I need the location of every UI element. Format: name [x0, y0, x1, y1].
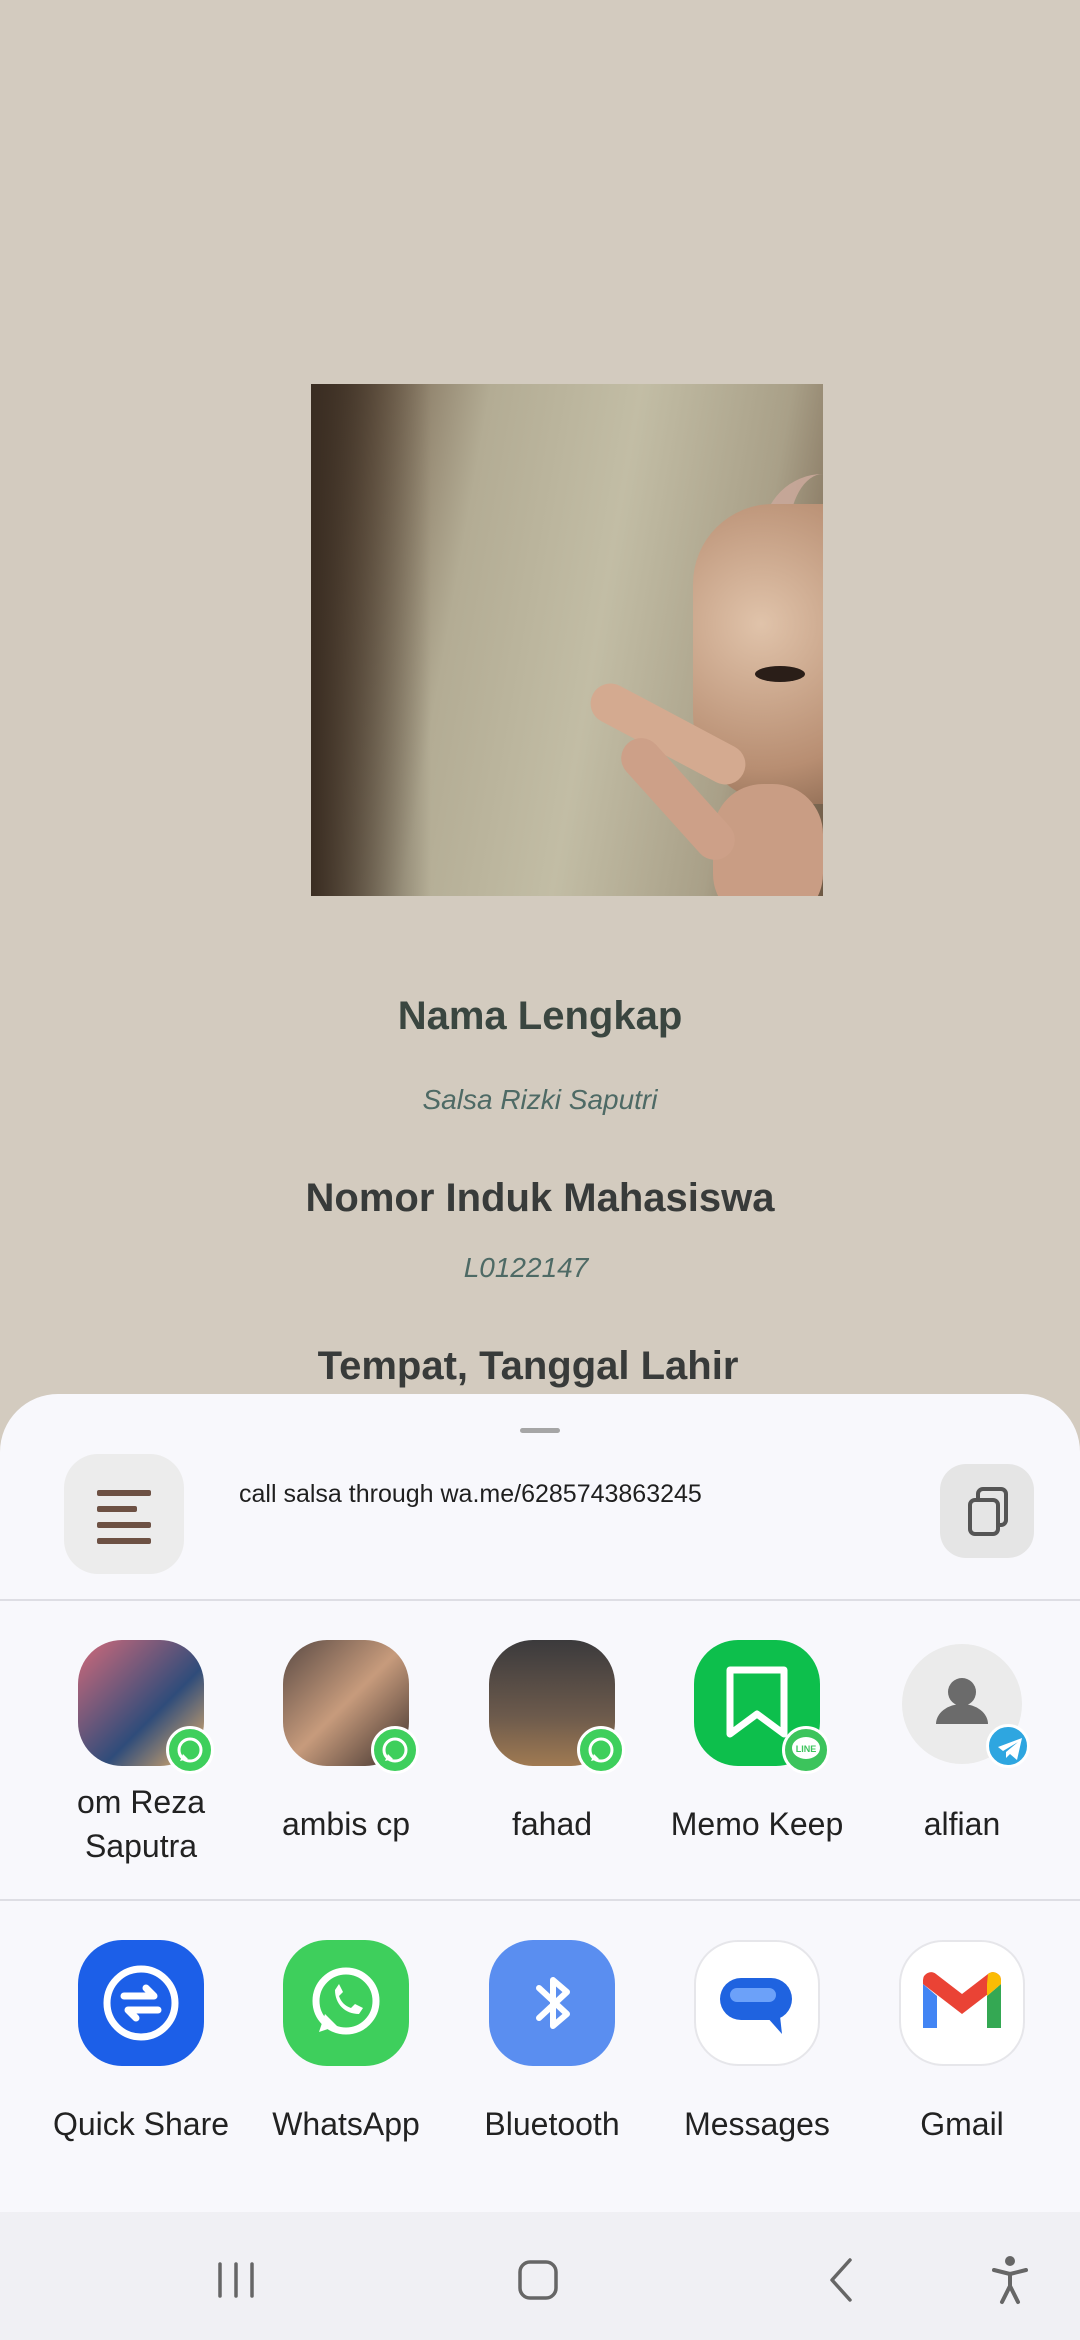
contact-memo-keep[interactable]: LINE Memo Keep [654, 1640, 860, 1880]
person-icon [902, 1644, 1030, 1768]
home-icon[interactable] [508, 2250, 568, 2310]
app-bluetooth[interactable]: Bluetooth [449, 1940, 655, 2160]
name-label: Nama Lengkap [397, 994, 683, 1038]
contact-alfian[interactable]: alfian [859, 1640, 1065, 1880]
contact-name: ambis cp [281, 1806, 411, 1842]
avatar [78, 1640, 214, 1774]
contact-ambis-cp[interactable]: ambis cp [243, 1640, 449, 1880]
telegram-icon [986, 1724, 1030, 1768]
whatsapp-icon [166, 1726, 214, 1774]
divider [0, 1899, 1080, 1901]
navigation-bar [0, 2212, 1080, 2340]
recents-icon[interactable] [206, 2250, 266, 2310]
contact-om-reza[interactable]: om Reza Saputra [38, 1640, 244, 1880]
avatar [283, 1640, 419, 1774]
app-name: Bluetooth [484, 2106, 620, 2142]
contact-name: alfian [923, 1806, 1001, 1842]
quick-share-icon [78, 1940, 204, 2066]
app-name: Messages [684, 2106, 830, 2142]
copy-icon [968, 1487, 1008, 1536]
name-value: Salsa Rizki Saputri [422, 1084, 658, 1115]
birth-label: Tempat, Tanggal Lahir [317, 1344, 739, 1388]
back-icon[interactable] [812, 2250, 872, 2310]
copy-button[interactable] [940, 1464, 1034, 1558]
contact-name: fahad [511, 1806, 593, 1842]
app-whatsapp[interactable]: WhatsApp [243, 1940, 449, 2160]
app-quick-share[interactable]: Quick Share [38, 1940, 244, 2160]
svg-text:LINE: LINE [796, 1744, 817, 1754]
bookmark-icon: LINE [694, 1640, 830, 1774]
share-text: call salsa through wa.me/6285743863245 [239, 1480, 702, 1508]
text-content-icon [64, 1454, 184, 1574]
app-name: Gmail [920, 2106, 1004, 2142]
avatar [489, 1640, 625, 1774]
nim-value: L0122147 [463, 1252, 589, 1283]
profile-photo [311, 384, 823, 896]
bluetooth-icon [489, 1940, 615, 2066]
messages-icon [694, 1940, 820, 2066]
app-name: Quick Share [52, 2106, 230, 2142]
whatsapp-icon [577, 1726, 625, 1774]
app-gmail[interactable]: Gmail [859, 1940, 1065, 2160]
whatsapp-icon [371, 1726, 419, 1774]
sheet-handle[interactable] [520, 1428, 560, 1433]
line-icon: LINE [782, 1726, 830, 1774]
app-name: WhatsApp [272, 2106, 420, 2142]
gmail-icon [899, 1940, 1025, 2066]
contact-name: om Reza Saputra [76, 1784, 206, 1864]
nim-label: Nomor Induk Mahasiswa [305, 1176, 775, 1220]
accessibility-icon[interactable] [980, 2250, 1040, 2310]
divider [0, 1599, 1080, 1601]
whatsapp-icon [283, 1940, 409, 2066]
app-messages[interactable]: Messages [654, 1940, 860, 2160]
share-sheet: call salsa through wa.me/6285743863245 o… [0, 1394, 1080, 2340]
contact-fahad[interactable]: fahad [449, 1640, 655, 1880]
contact-name: Memo Keep [670, 1806, 844, 1842]
